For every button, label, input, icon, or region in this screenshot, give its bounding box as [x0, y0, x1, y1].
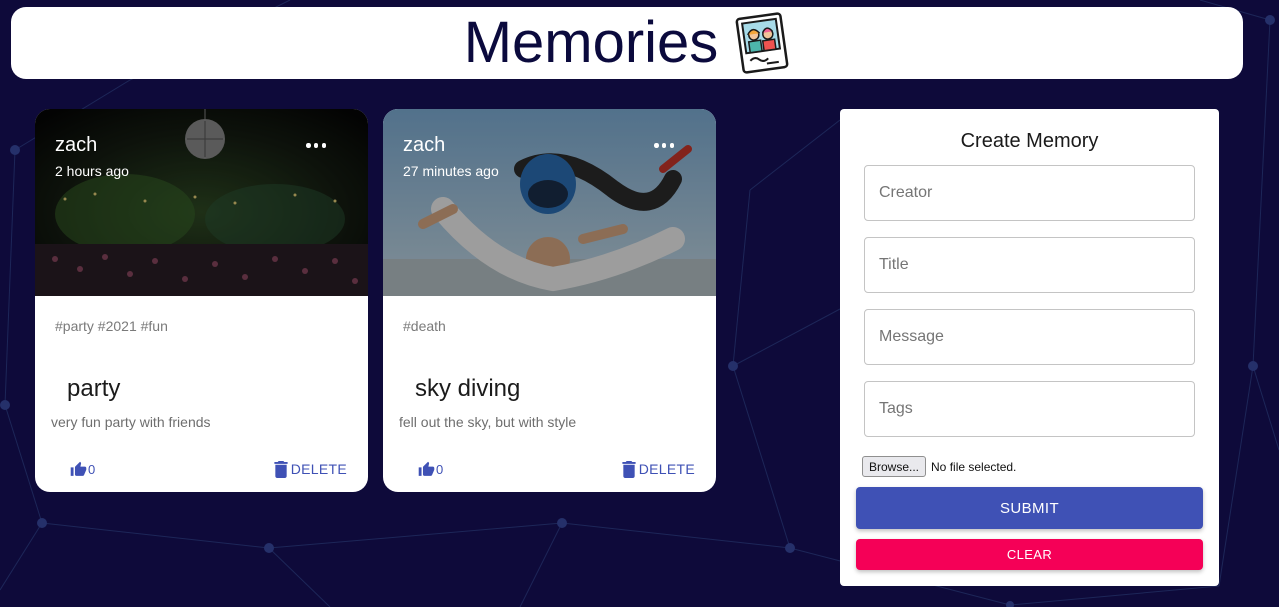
thumb-up-icon [70, 461, 87, 476]
memories-photo-logo-icon [735, 12, 789, 74]
like-button[interactable]: 0 [417, 460, 443, 478]
creator-input[interactable] [864, 165, 1195, 221]
title-input[interactable] [864, 237, 1195, 293]
post-timestamp: 27 minutes ago [403, 163, 499, 179]
more-horiz-icon[interactable] [306, 143, 326, 149]
post-tags: #death [403, 318, 446, 334]
delete-button[interactable]: DELETE [274, 460, 347, 478]
post-tags: #party #2021 #fun [55, 318, 168, 334]
post-creator: zach [403, 134, 446, 156]
create-memory-form: Create Memory Browse... No file selected… [840, 109, 1219, 586]
tags-input[interactable] [864, 381, 1195, 437]
app-bar: Memories [11, 7, 1243, 79]
post-title: party [67, 375, 121, 402]
trash-icon [274, 460, 288, 478]
message-input[interactable] [864, 309, 1195, 365]
post-card: zach 2 hours ago #party #2021 #fun party… [35, 109, 368, 492]
delete-label: DELETE [638, 461, 695, 477]
post-creator: zach [55, 134, 98, 156]
app-title: Memories [463, 10, 719, 75]
post-card: zach 27 minutes ago #death sky diving fe… [383, 109, 716, 492]
like-button[interactable]: 0 [69, 460, 95, 478]
delete-label: DELETE [290, 461, 347, 477]
post-title: sky diving [415, 375, 521, 402]
form-title: Create Memory [960, 130, 1099, 152]
more-horiz-icon[interactable] [654, 143, 674, 149]
post-timestamp: 2 hours ago [55, 163, 129, 179]
file-status: No file selected. [931, 459, 1017, 474]
post-message: very fun party with friends [51, 414, 211, 430]
clear-button[interactable]: CLEAR [856, 539, 1203, 570]
like-count: 0 [88, 461, 96, 477]
post-message: fell out the sky, but with style [399, 414, 577, 430]
browse-button[interactable]: Browse... [862, 456, 927, 477]
file-input: Browse... No file selected. [862, 456, 1016, 477]
like-count: 0 [436, 461, 444, 477]
trash-icon [622, 460, 636, 478]
delete-button[interactable]: DELETE [622, 460, 695, 478]
submit-button[interactable]: SUBMIT [856, 487, 1203, 529]
thumb-up-icon [418, 461, 435, 476]
